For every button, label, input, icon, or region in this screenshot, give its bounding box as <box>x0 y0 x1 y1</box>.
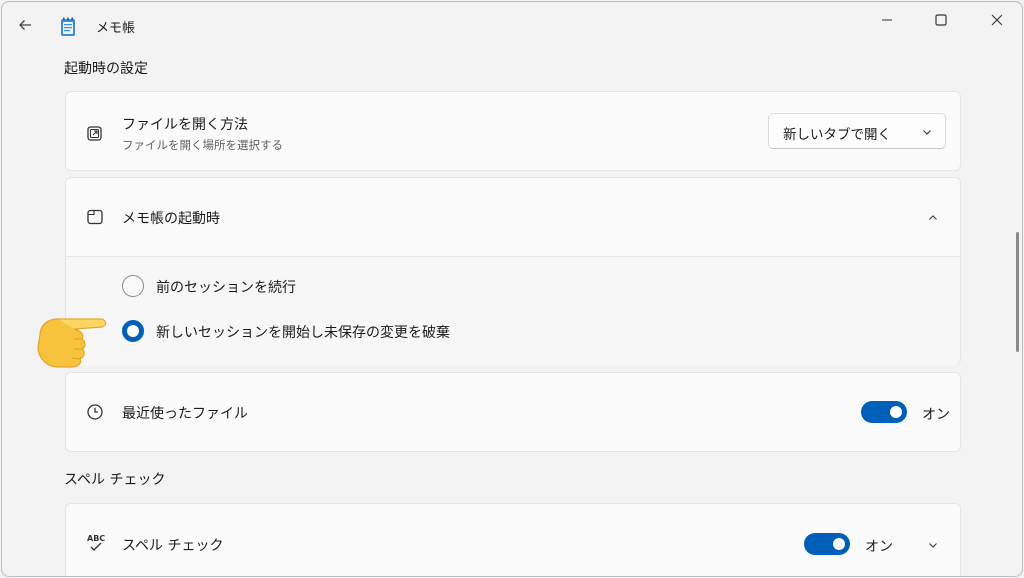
open-external-icon <box>87 126 102 141</box>
radio-label: 新しいセッションを開始し未保存の変更を破棄 <box>156 325 450 341</box>
spell-check-toggle-state: オン <box>865 539 893 555</box>
title-bar: メモ帳 <box>2 2 1022 46</box>
radio-label: 前のセッションを続行 <box>156 280 296 296</box>
chevron-down-icon[interactable] <box>927 539 939 551</box>
open-file-dropdown-value: 新しいタブで開く <box>783 127 891 143</box>
notepad-settings-window: メモ帳 起動時の設定 ファイルを開く方法 ファイルを開く場所を選択する 新しいタ… <box>1 1 1023 577</box>
back-button[interactable] <box>8 10 42 40</box>
radio-button-unchecked[interactable] <box>122 275 144 297</box>
open-file-title: ファイルを開く方法 <box>122 117 248 133</box>
on-startup-title: メモ帳の起動時 <box>122 211 220 227</box>
on-startup-options: 前のセッションを続行 新しいセッションを開始し未保存の変更を破棄 <box>66 256 960 365</box>
chevron-down-icon <box>923 130 931 135</box>
toggle-knob <box>833 538 845 550</box>
spellcheck-icon: ABC <box>87 534 105 551</box>
window-title: メモ帳 <box>96 21 136 36</box>
chevron-up-icon <box>929 215 937 220</box>
arrow-left-icon <box>19 20 31 30</box>
maximize-icon <box>935 14 947 26</box>
section-title-startup: 起動時の設定 <box>64 61 148 77</box>
recent-files-setting-card: 最近使ったファイル オン <box>65 372 961 452</box>
on-startup-header[interactable]: メモ帳の起動時 <box>66 178 960 256</box>
on-startup-expander: メモ帳の起動時 前のセッションを続行 新しいセッションを開始し未保存の変更を破棄 <box>65 177 961 365</box>
clock-icon <box>87 404 103 420</box>
open-file-subtitle: ファイルを開く場所を選択する <box>122 138 283 152</box>
minimize-button[interactable] <box>864 2 910 38</box>
toggle-knob <box>890 406 902 418</box>
vertical-scrollbar[interactable] <box>1016 232 1019 352</box>
recent-files-toggle[interactable] <box>861 401 907 423</box>
pointing-hand-icon <box>37 318 107 368</box>
close-icon <box>991 14 1003 26</box>
open-file-dropdown[interactable]: 新しいタブで開く <box>768 113 946 149</box>
maximize-button[interactable] <box>918 2 964 38</box>
spell-check-title: スペル チェック <box>122 538 224 554</box>
spell-check-toggle[interactable] <box>804 533 850 555</box>
spell-check-setting-card[interactable]: ABC スペル チェック オン <box>65 503 961 576</box>
minimize-icon <box>882 19 892 21</box>
recent-files-toggle-state: オン <box>922 407 950 423</box>
window-icon <box>87 209 103 225</box>
section-title-spell: スペル チェック <box>64 472 166 488</box>
svg-text:ABC: ABC <box>87 534 105 543</box>
radio-button-checked[interactable] <box>122 320 144 342</box>
open-file-setting-card: ファイルを開く方法 ファイルを開く場所を選択する 新しいタブで開く <box>65 91 961 171</box>
close-button[interactable] <box>974 2 1020 38</box>
recent-files-title: 最近使ったファイル <box>122 406 248 422</box>
notepad-icon <box>61 17 75 36</box>
